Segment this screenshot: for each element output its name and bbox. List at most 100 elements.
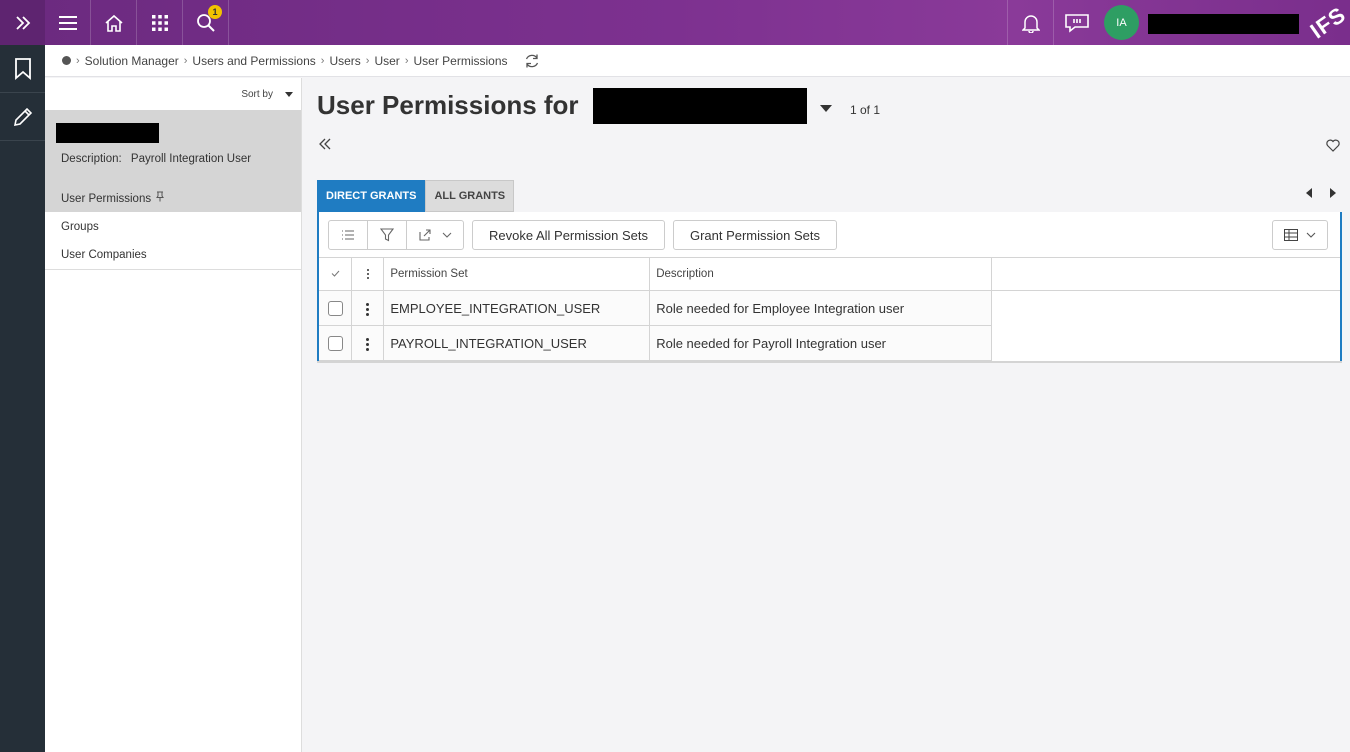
bell-icon: [1021, 14, 1040, 33]
breadcrumb-item: User Permissions: [413, 53, 508, 68]
menu-button[interactable]: [45, 0, 91, 45]
favorite-button[interactable]: [1326, 139, 1340, 152]
filter-button[interactable]: [368, 221, 407, 249]
filter-icon: [380, 228, 394, 242]
row-checkbox[interactable]: [319, 325, 353, 361]
description-label: Description:: [61, 153, 122, 165]
double-chevron-right-icon: [15, 15, 30, 30]
refresh-button[interactable]: [524, 53, 540, 69]
export-dropdown[interactable]: [407, 221, 463, 249]
more-vertical-icon: [366, 337, 370, 351]
table-view-icon: [1284, 229, 1298, 241]
tab-direct-grants[interactable]: DIRECT GRANTS: [317, 180, 426, 212]
chevron-right-icon: ›: [365, 54, 370, 67]
sort-label: Sort by: [241, 88, 273, 100]
avatar[interactable]: IA: [1104, 5, 1139, 40]
apps-grid-icon: [151, 14, 168, 31]
caret-down-icon: [285, 91, 293, 97]
row-menu-button[interactable]: [351, 325, 385, 361]
record-selector-caret-icon[interactable]: [820, 105, 832, 112]
row-menu-button[interactable]: [351, 290, 385, 326]
cell-empty: [991, 325, 1340, 361]
cell-permission-set: PAYROLL_INTEGRATION_USER: [383, 325, 651, 361]
column-options-button[interactable]: [351, 257, 385, 291]
edit-button[interactable]: [0, 93, 45, 141]
nav-item-user-companies[interactable]: User Companies: [45, 241, 301, 270]
record-name-redacted: [56, 123, 159, 143]
bookmark-button[interactable]: [0, 45, 45, 93]
heart-icon: [1326, 139, 1340, 152]
grants-panel: Revoke All Permission Sets Grant Permiss…: [317, 212, 1342, 362]
chevron-right-icon: ›: [183, 54, 188, 67]
panel-bottom-border: [317, 361, 1342, 363]
record-selector-redacted[interactable]: [593, 88, 807, 124]
checkmark-icon: [331, 270, 340, 277]
nav-item-label: User Permissions: [61, 193, 152, 205]
table-view-dropdown[interactable]: [1272, 220, 1328, 250]
search-button[interactable]: 1: [183, 0, 229, 45]
more-vertical-icon: [366, 268, 369, 279]
nav-item-label: Groups: [61, 220, 99, 233]
column-header-permission-set[interactable]: Permission Set: [383, 257, 651, 291]
tab-bar: DIRECT GRANTS ALL GRANTS: [317, 180, 515, 212]
row-checkbox[interactable]: [319, 290, 353, 326]
chevron-right-icon: ›: [404, 54, 409, 67]
double-chevron-left-icon: [319, 138, 331, 150]
chevron-down-icon: [442, 232, 451, 238]
permission-sets-table: Permission Set Description EMPLOYEE_INTE…: [319, 257, 1340, 361]
hamburger-icon: [58, 15, 77, 30]
cell-empty: [991, 290, 1340, 326]
breadcrumb-item[interactable]: Solution Manager: [85, 54, 179, 68]
main-content: User Permissions for 1 of 1 DIRECT GRANT…: [302, 78, 1350, 752]
select-all-checkbox[interactable]: [319, 257, 353, 291]
username-redacted[interactable]: [1148, 14, 1299, 34]
table-row[interactable]: EMPLOYEE_INTEGRATION_USER Role needed fo…: [319, 290, 1340, 326]
selected-record[interactable]: Description: Payroll Integration User Us…: [45, 110, 301, 212]
feedback-button[interactable]: [1053, 0, 1099, 45]
tab-scroll-left-icon[interactable]: [1306, 188, 1312, 198]
cell-permission-set: EMPLOYEE_INTEGRATION_USER: [383, 290, 651, 326]
breadcrumb-item[interactable]: User: [374, 54, 399, 68]
grant-permission-sets-button[interactable]: Grant Permission Sets: [672, 220, 837, 250]
page-title: User Permissions for: [317, 90, 579, 120]
apps-button[interactable]: [137, 0, 183, 45]
table-header-row: Permission Set Description: [319, 257, 1340, 291]
list-view-button[interactable]: [329, 221, 368, 249]
tab-scroll-controls: [1306, 188, 1336, 198]
feedback-icon: [1064, 13, 1089, 33]
breadcrumb-root-icon[interactable]: [62, 56, 71, 65]
left-rail: [0, 45, 45, 752]
revoke-all-button[interactable]: Revoke All Permission Sets: [472, 220, 665, 250]
pencil-icon: [13, 107, 32, 126]
nav-item-groups[interactable]: Groups: [45, 212, 301, 241]
bookmark-icon: [14, 57, 31, 80]
breadcrumb: › Solution Manager › Users and Permissio…: [45, 45, 1350, 77]
record-navigator: Sort by Description: Payroll Integration…: [45, 78, 302, 752]
collapse-navigator-button[interactable]: [319, 138, 331, 150]
tab-scroll-right-icon[interactable]: [1330, 188, 1336, 198]
expand-nav-button[interactable]: [0, 0, 45, 45]
home-button[interactable]: [91, 0, 137, 45]
more-vertical-icon: [366, 302, 370, 316]
refresh-icon: [525, 54, 538, 67]
tab-all-grants[interactable]: ALL GRANTS: [425, 180, 515, 212]
breadcrumb-item[interactable]: Users and Permissions: [192, 54, 315, 68]
description-value: Payroll Integration User: [130, 153, 252, 165]
toolbar-icon-group: [328, 220, 464, 250]
chevron-down-icon: [1306, 232, 1316, 238]
breadcrumb-item[interactable]: Users: [329, 54, 360, 68]
nav-item-label: User Companies: [61, 249, 147, 261]
cell-description: Role needed for Payroll Integration user: [649, 325, 993, 361]
nav-item-user-permissions[interactable]: User Permissions: [61, 191, 165, 205]
chevron-right-icon: ›: [76, 54, 80, 67]
column-header-description[interactable]: Description: [649, 257, 993, 291]
pin-icon[interactable]: [156, 191, 165, 202]
table-row[interactable]: PAYROLL_INTEGRATION_USER Role needed for…: [319, 325, 1340, 361]
chevron-right-icon: ›: [320, 54, 325, 67]
notifications-button[interactable]: [1007, 0, 1053, 45]
column-header-empty: [991, 257, 1340, 291]
top-bar: 1 IA IFS: [0, 0, 1350, 45]
export-icon: [418, 229, 431, 241]
home-icon: [104, 14, 123, 32]
sort-dropdown[interactable]: Sort by: [45, 78, 301, 110]
